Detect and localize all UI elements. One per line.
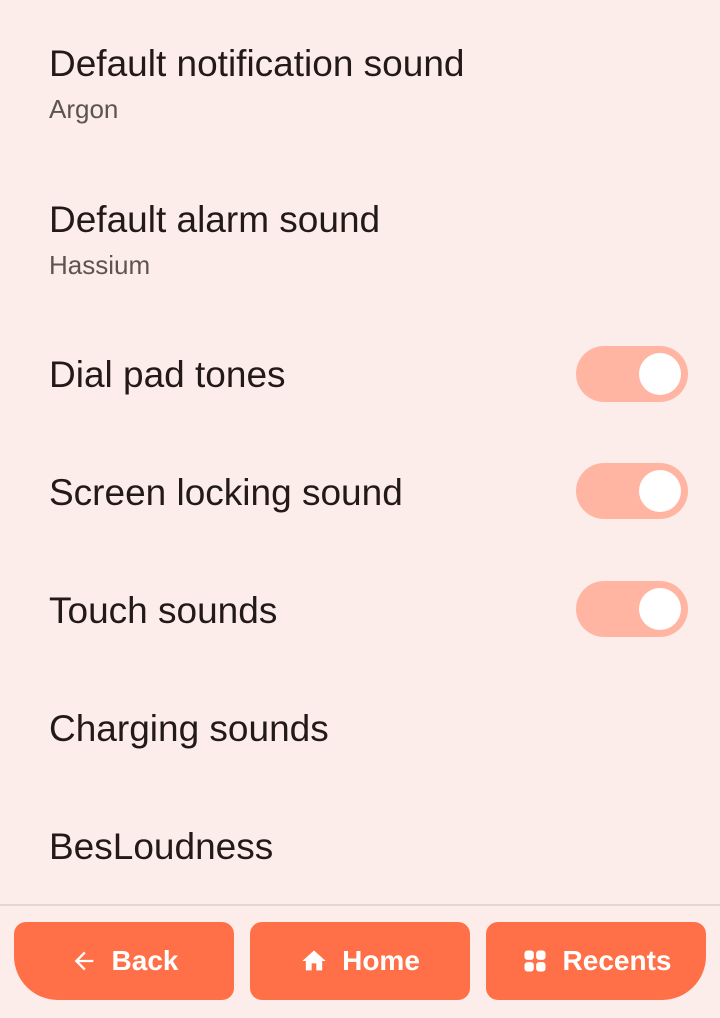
besloudness-item[interactable]: BesLoudness bbox=[0, 788, 720, 905]
recents-button-label: Recents bbox=[562, 945, 672, 976]
touch-sounds-title: Touch sounds bbox=[49, 590, 278, 631]
default-alarm-sound-summary: Hassium bbox=[49, 250, 151, 280]
default-alarm-sound-title: Default alarm sound bbox=[49, 199, 381, 240]
home-button-label: Home bbox=[342, 945, 420, 976]
dial-pad-tones-title: Dial pad tones bbox=[49, 354, 286, 395]
back-button[interactable]: Back bbox=[14, 922, 234, 1000]
home-button[interactable]: Home bbox=[250, 922, 470, 1000]
default-notification-sound-item[interactable]: Default notification sound Argon bbox=[0, 0, 720, 156]
charging-sounds-item[interactable]: Charging sounds bbox=[0, 670, 720, 788]
touch-sounds-switch[interactable] bbox=[576, 581, 688, 637]
besloudness-title: BesLoudness bbox=[49, 826, 274, 867]
dial-pad-tones-switch[interactable] bbox=[576, 346, 688, 402]
dial-pad-tones-item[interactable]: Dial pad tones bbox=[0, 316, 720, 434]
back-button-label: Back bbox=[111, 945, 179, 976]
default-notification-sound-title: Default notification sound bbox=[49, 43, 465, 84]
default-notification-sound-summary: Argon bbox=[49, 94, 119, 124]
switch-thumb bbox=[639, 353, 681, 395]
navigation-bar: Back Home Recents bbox=[0, 904, 720, 1018]
screen-locking-sound-title: Screen locking sound bbox=[49, 472, 403, 513]
arrow-left-icon bbox=[70, 947, 98, 975]
grid-icon bbox=[521, 947, 549, 975]
recents-button[interactable]: Recents bbox=[486, 922, 706, 1000]
charging-sounds-title: Charging sounds bbox=[49, 708, 329, 749]
screen-locking-sound-switch[interactable] bbox=[576, 463, 688, 519]
touch-sounds-item[interactable]: Touch sounds bbox=[0, 552, 720, 670]
sound-settings-list: Default notification sound Argon Default… bbox=[0, 0, 720, 905]
default-alarm-sound-item[interactable]: Default alarm sound Hassium bbox=[0, 156, 720, 312]
home-icon bbox=[300, 947, 328, 975]
switch-thumb bbox=[639, 588, 681, 630]
switch-thumb bbox=[639, 470, 681, 512]
screen-locking-sound-item[interactable]: Screen locking sound bbox=[0, 434, 720, 552]
